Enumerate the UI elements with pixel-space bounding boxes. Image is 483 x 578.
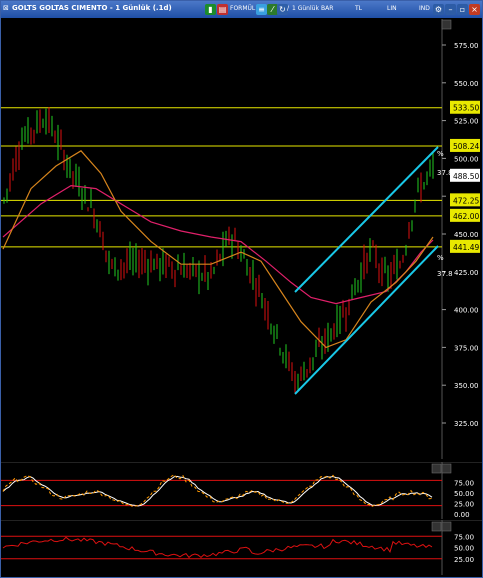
level-value-label: 472.25 bbox=[453, 196, 479, 205]
chart-icon[interactable]: ▮ bbox=[205, 4, 216, 15]
rsi-tick-label: 50.00 bbox=[454, 545, 474, 553]
level-value-label: 508.24 bbox=[453, 142, 479, 151]
window-title: GOLTS GOLTAS CIMENTO - 1 Günlük (.1d) bbox=[12, 4, 172, 12]
currency-button[interactable]: TL bbox=[355, 5, 362, 12]
template-icon[interactable]: ▤ bbox=[217, 4, 228, 15]
period-selector[interactable]: 1 Günlük bbox=[292, 5, 319, 12]
stoch-tick-label: 75.00 bbox=[454, 480, 474, 488]
level-value-label: 533.50 bbox=[453, 104, 479, 113]
level-value-label: 441.49 bbox=[453, 243, 479, 252]
price-tick-label: 550.00 bbox=[454, 80, 479, 88]
channel-lower-pct-label: % bbox=[437, 254, 444, 262]
stoch-tick-label: 0.00 bbox=[454, 511, 470, 519]
price-tick-label: 425.00 bbox=[454, 269, 479, 277]
price-tick-label: 350.00 bbox=[454, 382, 479, 390]
stochastic-panel[interactable]: 75.00 50.00 25.00 0.00 bbox=[1, 462, 482, 519]
chart-window: ⊠ GOLTS GOLTAS CIMENTO - 1 Günlük (.1d) … bbox=[0, 0, 483, 578]
formula-label[interactable]: FORMÜL bbox=[230, 5, 255, 12]
period-slash: / bbox=[287, 5, 290, 12]
price-tick-label: 575.00 bbox=[454, 42, 479, 50]
scale-button[interactable]: LIN bbox=[387, 5, 397, 12]
channel-upper-pct-label: % bbox=[437, 150, 444, 158]
stoch-tick-label: 50.00 bbox=[454, 490, 474, 498]
rsi-menu-icon[interactable] bbox=[441, 521, 452, 532]
channel-upper-value-label: 37.8 bbox=[437, 169, 453, 177]
rsi-tick-label: 75.00 bbox=[454, 533, 474, 541]
stoch-menu-icon[interactable] bbox=[441, 463, 452, 474]
price-tick-label: 450.00 bbox=[454, 231, 479, 239]
indicator-button[interactable]: IND bbox=[419, 5, 430, 12]
level-value-label: 462.00 bbox=[453, 212, 479, 221]
rsi-panel[interactable]: 75.00 50.00 25.00 bbox=[1, 520, 482, 575]
channel-lower-value-label: 37.8 bbox=[437, 270, 453, 278]
draw-icon[interactable]: ≡ bbox=[256, 4, 267, 15]
stoch-tick-label: 25.00 bbox=[454, 501, 474, 509]
settings-icon[interactable]: ⚙ bbox=[433, 4, 444, 15]
window-icon[interactable]: ⊠ bbox=[3, 4, 9, 12]
close-icon[interactable]: × bbox=[469, 4, 480, 15]
maximize-icon[interactable]: ▫ bbox=[457, 4, 468, 15]
price-tick-label: 375.00 bbox=[454, 344, 479, 352]
level-value-label: 488.50 bbox=[453, 172, 479, 181]
minimize-icon[interactable]: – bbox=[445, 4, 456, 15]
rsi-tick-label: 25.00 bbox=[454, 556, 474, 564]
stoch-settings-icon[interactable] bbox=[431, 463, 442, 474]
rsi-settings-icon[interactable] bbox=[431, 521, 442, 532]
panel-menu-icon[interactable] bbox=[441, 19, 452, 30]
price-panel[interactable]: 575.00550.00525.00500.00475.00450.00425.… bbox=[1, 19, 482, 459]
price-tick-label: 500.00 bbox=[454, 155, 479, 163]
price-tick-label: 325.00 bbox=[454, 420, 479, 428]
price-tick-label: 400.00 bbox=[454, 307, 479, 315]
price-tick-label: 525.00 bbox=[454, 118, 479, 126]
bar-type-button[interactable]: BAR bbox=[321, 5, 333, 12]
title-bar[interactable]: ⊠ GOLTS GOLTAS CIMENTO - 1 Günlük (.1d) … bbox=[1, 1, 482, 18]
